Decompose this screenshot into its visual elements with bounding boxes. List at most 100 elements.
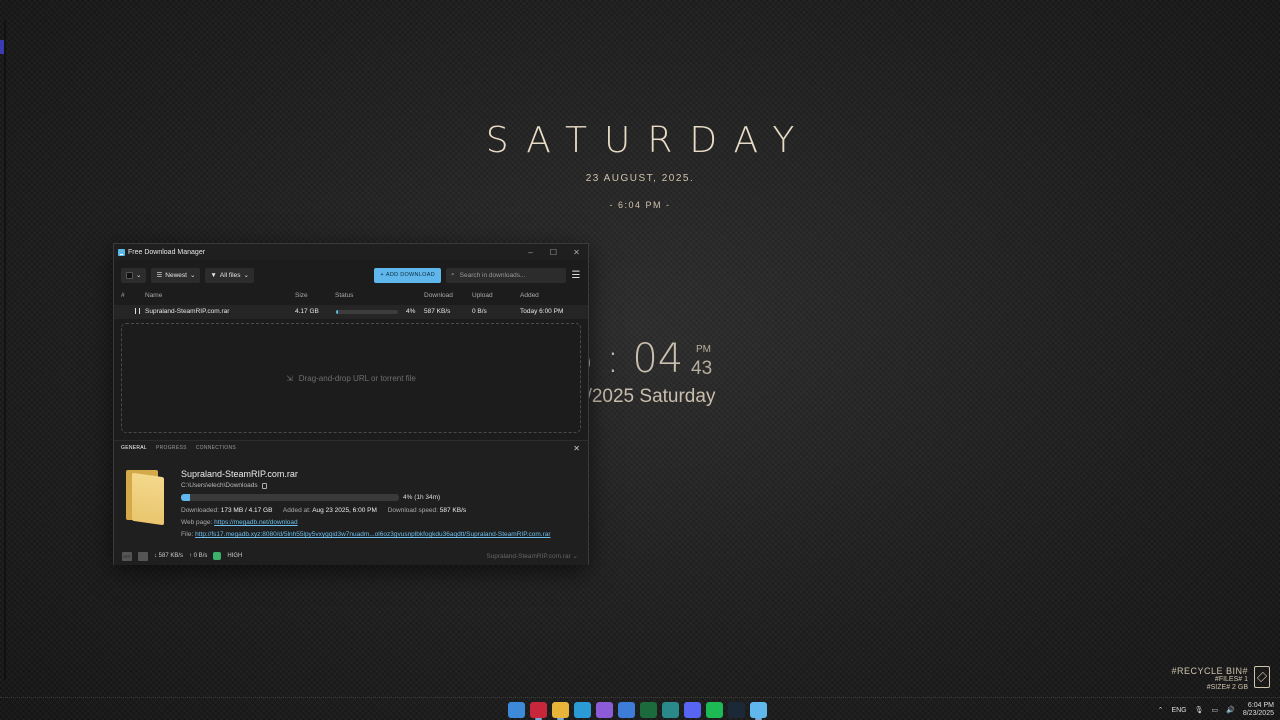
- details-progress-text: 4% (1h 34m): [403, 494, 441, 501]
- details-file: File: http://fs17.megadb.xyz:8080/d/5lnh…: [181, 531, 583, 538]
- priority-icon[interactable]: [213, 552, 222, 560]
- details-file-name: Supraland-SteamRIP.com.rar: [181, 469, 298, 479]
- details-tabs: GENERAL PROGRESS CONNECTIONS: [114, 441, 588, 455]
- speed-limit-toggle[interactable]: OFF: [122, 551, 132, 561]
- copy-icon[interactable]: [261, 482, 267, 489]
- recycle-bin-icon[interactable]: [1254, 666, 1270, 688]
- col-num[interactable]: #: [121, 292, 125, 299]
- network-icon[interactable]: ▭: [1212, 706, 1219, 714]
- tab-connections[interactable]: CONNECTIONS: [196, 445, 236, 451]
- download-row[interactable]: Supraland-SteamRIP.com.rar 4.17 GB 4% 58…: [114, 305, 588, 319]
- add-download-button[interactable]: + ADD DOWNLOAD: [374, 267, 441, 283]
- upload-speed: 0 B/s: [472, 308, 487, 315]
- file-label: File:: [181, 531, 194, 538]
- recycle-bin-widget[interactable]: #RECYCLE BIN# #FILES# 1 #SIZE# 2 GB: [1171, 666, 1270, 692]
- title-bar[interactable]: Free Download Manager – ☐ ✕: [114, 244, 588, 260]
- close-details-icon[interactable]: ✕: [573, 444, 580, 453]
- col-upload[interactable]: Upload: [472, 292, 493, 299]
- sort-dropdown[interactable]: ☰ Newest ⌄: [151, 267, 201, 283]
- speed-mode-icon[interactable]: [138, 551, 148, 561]
- taskbar-time: 6:04 PM: [1247, 702, 1274, 709]
- col-name[interactable]: Name: [145, 292, 162, 299]
- taskbar: ⌃ ENG 🎙 ▭ 🔊 6:04 PM 8/23/2025: [0, 700, 1280, 720]
- details-panel: GENERAL PROGRESS CONNECTIONS ✕ Supraland…: [114, 440, 588, 565]
- recycle-bin-size: #SIZE# 2 GB: [1206, 684, 1248, 691]
- speed-label: Download speed:: [387, 507, 438, 514]
- col-download[interactable]: Download: [424, 292, 453, 299]
- spotify-icon[interactable]: [706, 702, 723, 718]
- status-bar: OFF ↓ 587 KB/s ↑ 0 B/s HIGH Supraland-St…: [114, 547, 588, 565]
- fdm-icon[interactable]: [750, 702, 767, 720]
- downloaded-label: Downloaded:: [181, 507, 219, 514]
- volume-icon[interactable]: 🔊: [1226, 706, 1235, 714]
- discord-icon[interactable]: [684, 702, 701, 718]
- filter-dropdown[interactable]: ▼ All files ⌄: [205, 267, 254, 283]
- tab-progress[interactable]: PROGRESS: [156, 445, 187, 451]
- total-upload-speed: ↑ 0 B/s: [189, 553, 208, 559]
- pause-icon[interactable]: [135, 308, 140, 314]
- column-headers: # Name Size Status Download Upload Added: [114, 289, 588, 302]
- download-size: 4.17 GB: [295, 308, 319, 315]
- col-added[interactable]: Added: [520, 292, 539, 299]
- search-input[interactable]: ⌕ Search in downloads...: [446, 267, 566, 283]
- windows-start-icon[interactable]: [508, 702, 525, 718]
- file-link[interactable]: http://fs17.megadb.xyz:8080/d/5lnh55lpy5…: [195, 531, 550, 538]
- added-at-value: Aug 23 2025, 6:00 PM: [312, 507, 377, 514]
- file-explorer-icon[interactable]: [552, 702, 569, 720]
- col-size[interactable]: Size: [295, 292, 308, 299]
- store-icon[interactable]: [618, 702, 635, 718]
- close-button[interactable]: ✕: [565, 248, 588, 257]
- speed-value: 587 KB/s: [439, 507, 467, 514]
- opera-icon[interactable]: [530, 702, 547, 720]
- tab-general[interactable]: GENERAL: [121, 445, 147, 451]
- select-all-dropdown[interactable]: ⌄: [121, 267, 147, 283]
- chevron-down-icon: ⌄: [136, 272, 142, 279]
- downloaded-value: 173 MB / 4.17 GB: [220, 507, 273, 514]
- total-download-speed: ↓ 587 KB/s: [154, 553, 184, 559]
- recycle-bin-title: #RECYCLE BIN#: [1171, 666, 1248, 676]
- recycle-bin-files: #FILES# 1: [1214, 676, 1248, 683]
- taskbar-clock[interactable]: 6:04 PM 8/23/2025: [1243, 702, 1274, 718]
- chat-app-icon[interactable]: [662, 702, 679, 718]
- toolbar: ⌄ ☰ Newest ⌄ ▼ All files ⌄ + ADD DOWNLOA…: [114, 263, 588, 287]
- col-status[interactable]: Status: [335, 292, 353, 299]
- chevron-down-icon: ⌄: [243, 272, 249, 279]
- window-title: Free Download Manager: [128, 248, 206, 256]
- details-path: C:\Users\elech\Downloads: [181, 482, 267, 489]
- taskbar-apps: [508, 702, 767, 720]
- day-name: SATURDAY: [485, 120, 812, 161]
- webpage-label: Web page:: [181, 519, 213, 526]
- chevron-down-icon: ⌄: [189, 272, 196, 279]
- details-progress-bar: [181, 494, 399, 501]
- clock-ampm: PM: [696, 344, 711, 355]
- download-name: Supraland-SteamRIP.com.rar: [145, 308, 230, 315]
- taskbar-date: 8/23/2025: [1242, 710, 1274, 717]
- minimize-button[interactable]: –: [519, 248, 542, 257]
- clock-seconds: 43: [691, 358, 713, 379]
- menu-icon[interactable]: ☰: [571, 270, 581, 281]
- filter-label: All files: [219, 271, 241, 279]
- webpage-link[interactable]: https://megadb.net/download: [214, 519, 297, 526]
- microphone-icon[interactable]: 🎙: [1195, 706, 1204, 714]
- steam-icon[interactable]: [728, 702, 745, 718]
- download-percent: 4%: [406, 308, 416, 315]
- excel-icon[interactable]: [640, 702, 657, 718]
- desktop-divider: [0, 697, 1280, 698]
- chevron-up-icon[interactable]: ⌃: [1158, 706, 1164, 714]
- clock-date: 3/2025 Saturday: [576, 386, 716, 407]
- day-date: 23 AUGUST, 2025.: [585, 173, 695, 184]
- maximize-button[interactable]: ☐: [542, 248, 565, 257]
- language-indicator[interactable]: ENG: [1171, 707, 1186, 714]
- download-progress-bar: [336, 310, 398, 314]
- search-icon: ⌕: [451, 271, 455, 278]
- priority-label[interactable]: HIGH: [227, 553, 242, 559]
- folder-icon[interactable]: [126, 470, 164, 526]
- copilot-icon[interactable]: [596, 702, 613, 718]
- system-tray: ⌃ ENG 🎙 ▭ 🔊 6:04 PM 8/23/2025: [1158, 702, 1274, 718]
- edge-icon[interactable]: [574, 702, 591, 718]
- drop-zone[interactable]: ⇲ Drag-and-drop URL or torrent file: [121, 323, 581, 433]
- select-all-checkbox[interactable]: [126, 271, 133, 279]
- filter-icon: ▼: [210, 271, 217, 279]
- details-path-text: C:\Users\elech\Downloads: [181, 482, 258, 489]
- drop-zone-text: Drag-and-drop URL or torrent file: [298, 373, 416, 383]
